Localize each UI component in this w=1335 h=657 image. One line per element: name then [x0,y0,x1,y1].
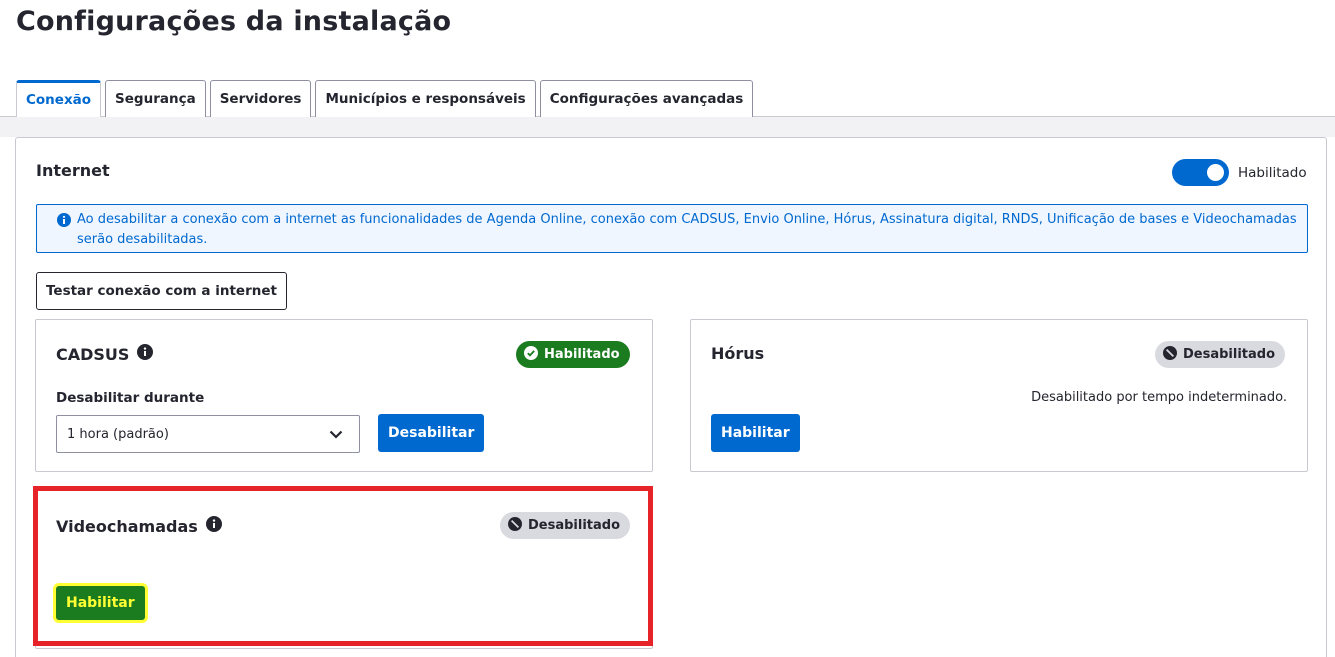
cadsus-title: CADSUS [56,344,130,364]
internet-toggle-group: Habilitado [1172,159,1307,186]
alert-text: Ao desabilitar a conexão com a internet … [77,212,1297,247]
tab-bar: Conexão Segurança Servidores Municípios … [16,80,754,117]
videochamadas-title: Videochamadas [56,516,198,536]
internet-section-title: Internet [36,161,110,180]
tab-servidores[interactable]: Servidores [209,80,312,117]
disabled-icon [1163,345,1177,364]
internet-toggle-label: Habilitado [1238,164,1307,181]
horus-status-text: Desabilitado [1183,347,1276,362]
test-internet-button[interactable]: Testar conexão com a internet [36,272,287,310]
horus-status-badge: Desabilitado [1155,341,1286,368]
cadsus-status-text: Habilitado [544,347,620,362]
videochamadas-enable-button[interactable]: Habilitar [56,586,145,620]
horus-title-group: Hórus [711,344,764,363]
chevron-down-icon [313,416,359,452]
internet-info-alert: Ao desabilitar a conexão com a internet … [36,204,1308,253]
tab-municipios-responsaveis[interactable]: Municípios e responsáveis [315,80,536,117]
disable-duration-label: Desabilitar durante [56,390,205,406]
horus-helper-text: Desabilitado por tempo indeterminado. [1031,390,1287,405]
tab-seguranca[interactable]: Segurança [105,80,206,117]
videochamadas-status-text: Desabilitado [528,518,621,533]
page-title: Configurações da instalação [16,6,452,37]
horus-enable-button[interactable]: Habilitar [711,414,800,452]
cadsus-title-group: CADSUS [56,344,154,364]
info-icon[interactable] [137,344,154,364]
horus-title: Hórus [711,344,765,363]
check-circle-icon [524,345,538,364]
cadsus-disable-button[interactable]: Desabilitar [378,414,485,452]
disabled-icon [508,516,522,535]
videochamadas-title-group: Videochamadas [56,516,222,536]
disable-duration-select[interactable]: 1 hora (padrão) [56,415,360,453]
disable-duration-value: 1 hora (padrão) [67,426,169,442]
tabs-band [0,117,1335,137]
info-icon[interactable] [205,516,222,536]
info-icon [57,213,71,234]
tab-conexao[interactable]: Conexão [16,80,102,117]
toggle-knob [1207,164,1224,181]
internet-toggle[interactable] [1172,159,1229,186]
cadsus-status-badge: Habilitado [516,341,630,368]
tab-configuracoes-avancadas[interactable]: Configurações avançadas [539,80,754,117]
videochamadas-status-badge: Desabilitado [500,512,631,539]
